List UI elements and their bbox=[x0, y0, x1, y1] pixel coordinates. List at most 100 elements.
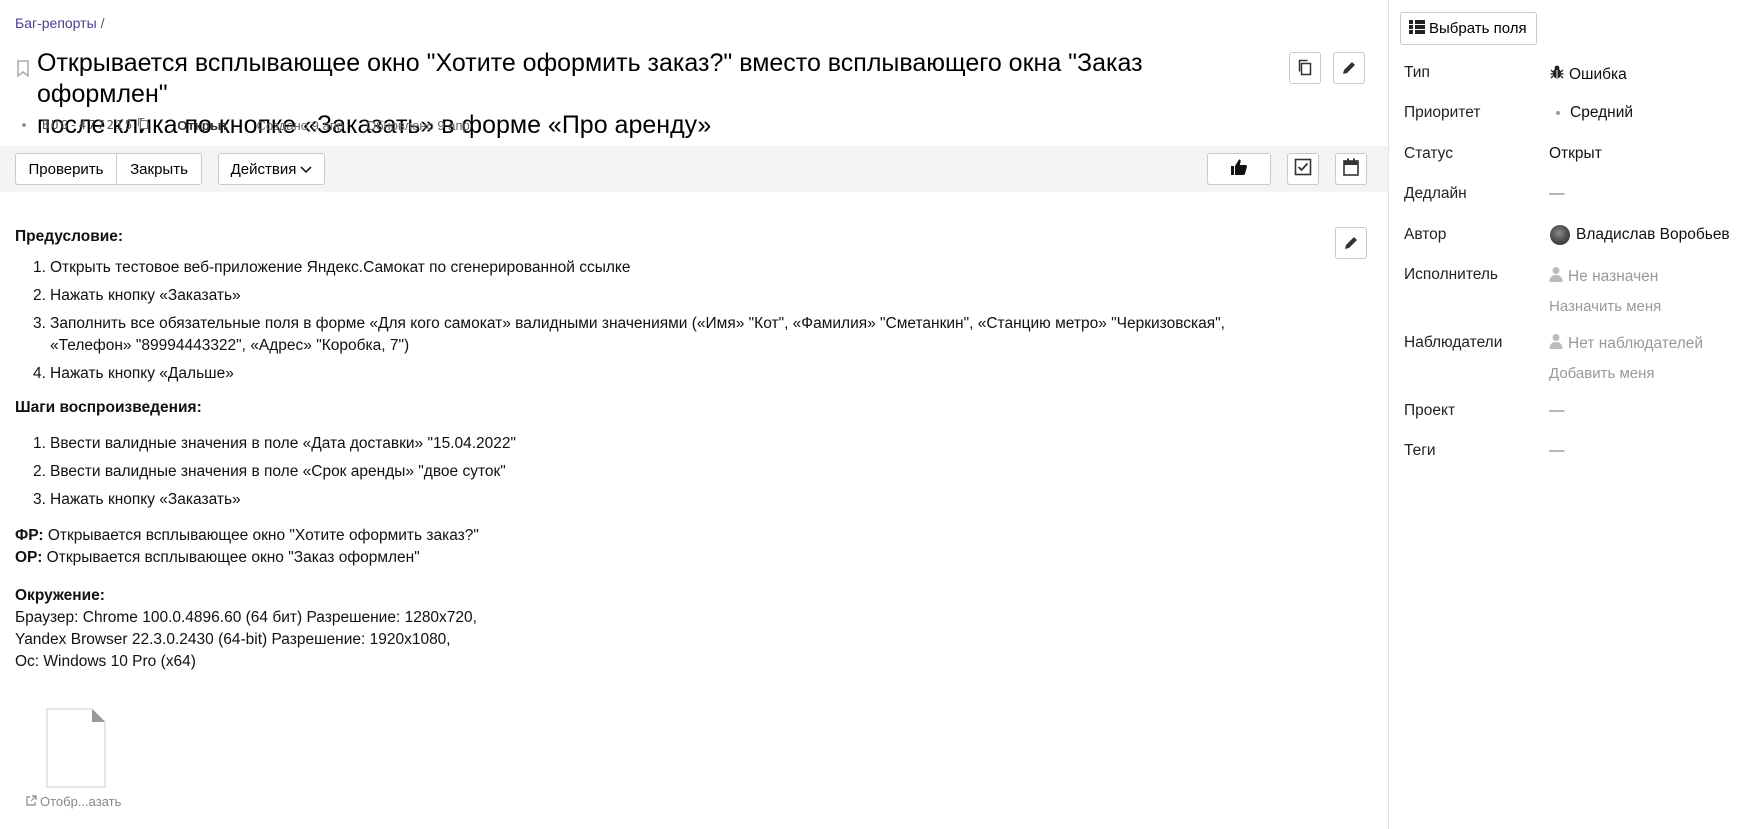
bookmark-icon[interactable] bbox=[16, 60, 30, 78]
pencil-icon bbox=[1341, 60, 1357, 76]
add-me-link[interactable]: Добавить меня bbox=[1549, 365, 1655, 382]
list-item-text: Нажать кнопку «Заказать» bbox=[50, 287, 241, 304]
tags-label: Теги bbox=[1404, 442, 1436, 459]
check-button[interactable]: Проверить bbox=[15, 153, 117, 185]
copy-issue-button[interactable] bbox=[1289, 52, 1321, 84]
bug-icon bbox=[1549, 64, 1565, 85]
list-item-text: Нажать кнопку «Заказать» bbox=[50, 491, 241, 508]
copy-key-icon[interactable] bbox=[137, 117, 149, 133]
list-number: 3. bbox=[33, 491, 46, 508]
priority-dot-icon bbox=[1556, 111, 1560, 115]
copy-icon bbox=[1297, 59, 1313, 77]
assignee-text: Не назначен bbox=[1568, 267, 1659, 285]
actual-result: ФР: Открывается всплывающее окно "Хотите… bbox=[15, 525, 1265, 547]
user-icon bbox=[1549, 333, 1563, 354]
list-number: 2. bbox=[33, 287, 46, 304]
actual-result-text: Открывается всплывающее окно "Хотите офо… bbox=[47, 527, 479, 544]
user-icon bbox=[1549, 266, 1563, 287]
environment-line: Браузер: Chrome 100.0.4896.60 (64 бит) Р… bbox=[15, 609, 477, 626]
pick-fields-button[interactable]: Выбрать поля bbox=[1400, 12, 1537, 45]
priority-text: Средний bbox=[1570, 104, 1634, 121]
status-value[interactable]: Открыт bbox=[1549, 145, 1602, 163]
pencil-icon bbox=[1343, 235, 1359, 251]
thumbs-up-icon bbox=[1230, 158, 1248, 180]
expected-result: ОР: Открывается всплывающее окно "Заказ … bbox=[15, 547, 1265, 569]
checkbox-icon bbox=[1294, 158, 1312, 180]
list-item-text: Ввести валидные значения в поле «Срок ар… bbox=[50, 463, 506, 480]
assignee-label: Исполнитель bbox=[1404, 266, 1498, 283]
edit-title-button[interactable] bbox=[1333, 52, 1365, 84]
priority-value[interactable]: Средний bbox=[1549, 104, 1633, 122]
list-item-text: Заполнить все обязательные поля в форме … bbox=[50, 315, 1225, 354]
assign-me-link[interactable]: Назначить меня bbox=[1549, 298, 1661, 315]
expected-result-text: Открывается всплывающее окно "Заказ офор… bbox=[46, 549, 420, 566]
list-number: 1. bbox=[33, 435, 46, 452]
priority-label: Приоритет bbox=[1404, 104, 1481, 121]
list-item: 2. Ввести валидные значения в поле «Срок … bbox=[15, 461, 1265, 483]
issue-properties-sidebar: Выбрать поля Тип Ошибка Приоритет Средни… bbox=[1388, 0, 1742, 829]
expected-result-label: ОР: bbox=[15, 549, 43, 566]
type-text: Ошибка bbox=[1569, 65, 1627, 83]
breadcrumb-separator: / bbox=[100, 15, 105, 31]
breadcrumb-bug-reports-link[interactable]: Баг-репорты bbox=[15, 15, 97, 31]
like-button[interactable] bbox=[1207, 153, 1271, 185]
project-value[interactable]: — bbox=[1549, 402, 1565, 420]
followers-label: Наблюдатели bbox=[1404, 334, 1503, 351]
file-icon bbox=[46, 708, 106, 788]
followers-value[interactable]: Нет наблюдателей bbox=[1549, 333, 1703, 354]
updated-date: Обновлено 9 апр bbox=[365, 117, 470, 133]
calendar-button[interactable] bbox=[1335, 153, 1367, 185]
list-item-text: Открыть тестовое веб-приложение Яндекс.С… bbox=[50, 259, 631, 276]
environment-line: Yandex Browser 22.3.0.2430 (64-bit) Разр… bbox=[15, 631, 451, 648]
type-label: Тип bbox=[1404, 64, 1430, 81]
edit-description-button[interactable] bbox=[1335, 227, 1367, 259]
list-item: 3. Нажать кнопку «Заказать» bbox=[15, 489, 1265, 511]
author-value[interactable]: Владислав Воробьев bbox=[1549, 225, 1730, 245]
close-issue-button[interactable]: Закрыть bbox=[117, 153, 202, 185]
status-badge: Открыт bbox=[177, 117, 229, 133]
actions-label: Действия bbox=[230, 160, 297, 178]
list-item: 3. Заполнить все обязательные поля в форм… bbox=[15, 313, 1265, 357]
list-item: 4. Нажать кнопку «Дальше» bbox=[15, 363, 1265, 385]
issue-main-panel: Баг-репорты / Открывается всплывающее окн… bbox=[0, 0, 1388, 829]
project-label: Проект bbox=[1404, 402, 1456, 419]
list-item: 2. Нажать кнопку «Заказать» bbox=[15, 285, 1265, 307]
external-link-icon bbox=[26, 794, 37, 809]
attachment-name: Отобр...азать bbox=[40, 794, 122, 809]
precondition-heading: Предусловие: bbox=[15, 228, 124, 245]
list-item-text: Ввести валидные значения в поле «Дата до… bbox=[50, 435, 517, 452]
type-value[interactable]: Ошибка bbox=[1549, 64, 1627, 85]
fields-list-icon bbox=[1409, 19, 1429, 38]
author-label: Автор bbox=[1404, 226, 1447, 243]
environment-line: Ос: Windows 10 Pro (x64) bbox=[15, 653, 196, 670]
issue-key[interactable]: BUG-477215 bbox=[42, 118, 134, 132]
list-number: 2. bbox=[33, 463, 46, 480]
breadcrumb: Баг-репорты / bbox=[15, 15, 105, 31]
assignee-value[interactable]: Не назначен bbox=[1549, 266, 1658, 287]
tags-value[interactable]: — bbox=[1549, 442, 1565, 460]
status-label: Статус bbox=[1404, 145, 1453, 162]
list-number: 3. bbox=[33, 315, 46, 332]
deadline-value[interactable]: — bbox=[1549, 185, 1565, 203]
steps-list: 1. Ввести валидные значения в поле «Дата … bbox=[15, 433, 1265, 511]
environment-heading: Окружение: bbox=[15, 587, 105, 604]
pick-fields-label: Выбрать поля bbox=[1429, 20, 1527, 37]
deadline-label: Дедлайн bbox=[1404, 185, 1467, 202]
avatar bbox=[1550, 225, 1570, 245]
author-name: Владислав Воробьев bbox=[1576, 226, 1730, 243]
list-item: 1. Ввести валидные значения в поле «Дата … bbox=[15, 433, 1265, 455]
issue-toolbar: Проверить Закрыть Действия bbox=[0, 146, 1388, 192]
list-number: 4. bbox=[33, 365, 46, 382]
calendar-icon bbox=[1343, 158, 1359, 180]
attachment-label[interactable]: Отобр...азать bbox=[26, 794, 121, 809]
checklist-button[interactable] bbox=[1287, 153, 1319, 185]
issue-description: Предусловие: 1. Открыть тестовое веб-прил… bbox=[15, 226, 1265, 673]
followers-text: Нет наблюдателей bbox=[1568, 334, 1704, 352]
title-line-1: Открывается всплывающее окно "Хотите офо… bbox=[37, 49, 1143, 108]
actual-result-label: ФР: bbox=[15, 527, 44, 544]
attachment[interactable]: Отобр...азать bbox=[26, 708, 121, 809]
list-number: 1. bbox=[33, 259, 46, 276]
precondition-list: 1. Открыть тестовое веб-приложение Яндекс… bbox=[15, 257, 1265, 385]
actions-dropdown[interactable]: Действия bbox=[218, 153, 325, 185]
list-item: 1. Открыть тестовое веб-приложение Яндекс… bbox=[15, 257, 1265, 279]
